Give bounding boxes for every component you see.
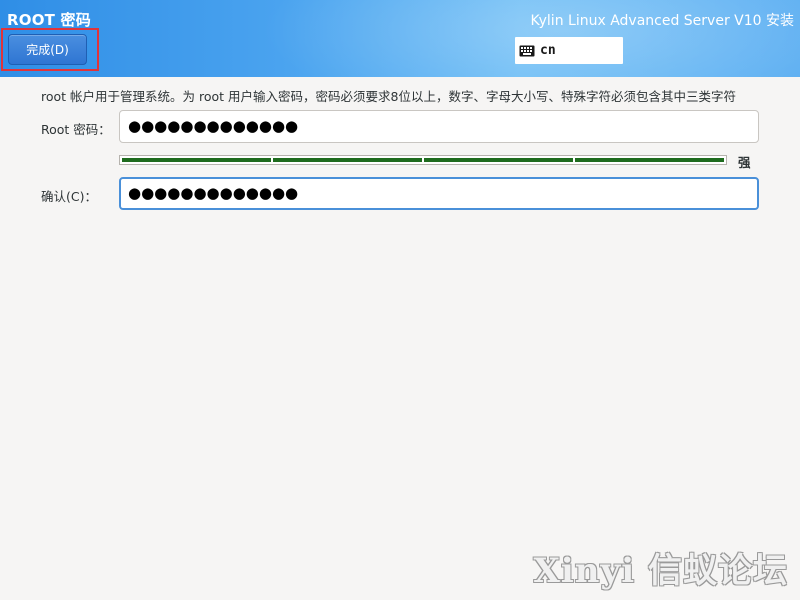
product-title: Kylin Linux Advanced Server V10 安装 bbox=[530, 13, 794, 29]
strength-segment bbox=[122, 158, 271, 162]
forum-watermark: Xinyi 信蚁论坛 bbox=[533, 551, 788, 591]
done-button[interactable]: 完成(D) bbox=[8, 34, 87, 65]
strength-segment bbox=[575, 158, 724, 162]
password-strength-bar bbox=[119, 155, 727, 165]
keyboard-layout-indicator[interactable]: cn bbox=[515, 37, 623, 64]
confirm-password-input[interactable]: ●●●●●●●●●●●●● bbox=[119, 177, 759, 210]
strength-segment bbox=[273, 158, 422, 162]
instruction-text: root 帐户用于管理系统。为 root 用户输入密码，密码必须要求8位以上，数… bbox=[41, 89, 736, 104]
header-bar: ROOT 密码 完成(D) Kylin Linux Advanced Serve… bbox=[0, 0, 800, 77]
strength-segment bbox=[424, 158, 573, 162]
password-strength-label: 强 bbox=[738, 155, 751, 170]
keyboard-layout-code: cn bbox=[540, 43, 556, 58]
password-input[interactable]: ●●●●●●●●●●●●● bbox=[119, 110, 759, 143]
password-value: ●●●●●●●●●●●●● bbox=[128, 117, 299, 135]
confirm-label: 确认(C)： bbox=[41, 189, 97, 204]
page-title: ROOT 密码 bbox=[7, 11, 91, 29]
keyboard-icon bbox=[519, 45, 535, 56]
password-label: Root 密码： bbox=[41, 122, 111, 137]
confirm-password-value: ●●●●●●●●●●●●● bbox=[128, 184, 299, 202]
done-button-highlight: 完成(D) bbox=[1, 28, 99, 71]
